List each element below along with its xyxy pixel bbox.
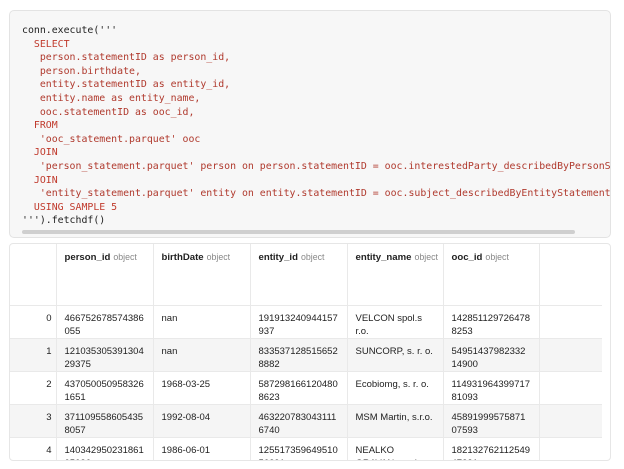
code-line: 'person_statement.parquet' person on per… <box>22 161 611 172</box>
cell-entity-id: 12551735964951056291 <box>250 437 348 460</box>
cell-person-id: 3711095586054358057 <box>56 404 154 438</box>
column-name: entity_id <box>258 252 298 263</box>
cell-birthdate: nan <box>153 338 251 372</box>
cell-entity-name: VELCON spol.s r.o. <box>347 305 444 339</box>
row-index: 1 <box>10 338 57 372</box>
cell-ooc-id: 5495143798233214900 <box>443 338 540 372</box>
cell-ooc-id: 1428511297264788253 <box>443 305 540 339</box>
empty-cell <box>539 305 602 339</box>
column-name: entity_name <box>355 252 412 263</box>
column-header-person-id: person_id object <box>56 244 154 306</box>
horizontal-scrollbar[interactable] <box>22 230 575 234</box>
table-row: 1 12103530539130429375 nan 8335371285156528… <box>10 338 602 372</box>
empty-cell <box>539 437 602 460</box>
row-index: 4 <box>10 437 57 460</box>
code-line: SELECT <box>22 38 70 50</box>
code-line: entity.name as entity_name, <box>22 93 201 104</box>
cell-person-id: 466752678574386055 <box>56 305 154 339</box>
column-name: birthDate <box>161 252 204 263</box>
column-header-ooc-id: ooc_id object <box>443 244 540 306</box>
code-line: person.birthdate, <box>22 65 141 77</box>
cell-person-id: 4370500509583261651 <box>56 371 154 405</box>
dataframe-table: person_id object birthDate object entity_i… <box>10 244 602 460</box>
column-dtype: object <box>414 252 438 262</box>
index-header <box>10 244 57 306</box>
code-line: USING SAMPLE 5 <box>22 201 118 213</box>
code-cell[interactable]: conn.execute(''' SELECT person.statement… <box>9 10 611 238</box>
column-name: person_id <box>64 252 111 263</box>
column-name: ooc_id <box>451 252 483 263</box>
cell-entity-name: MSM Martin, s.r.o. <box>347 404 444 438</box>
row-index: 0 <box>10 305 57 339</box>
column-header-entity-id: entity_id object <box>250 244 348 306</box>
cell-ooc-id: 18213276211254947331 <box>443 437 540 460</box>
code-line: FROM <box>22 120 58 132</box>
cell-birthdate: 1968-03-25 <box>153 371 251 405</box>
table-header-row: person_id object birthDate object entity_i… <box>10 244 602 306</box>
cell-entity-id: 191913240944157937 <box>250 305 348 339</box>
row-index: 3 <box>10 404 57 438</box>
column-dtype: object <box>113 252 137 262</box>
cell-entity-name: SUNCORP, s. r. o. <box>347 338 444 372</box>
column-dtype: object <box>206 252 231 262</box>
cell-ooc-id: 11493196439971781093 <box>443 371 540 405</box>
code-line: conn.execute(''' <box>22 25 118 36</box>
table-row: 2 4370500509583261651 1968-03-25 5872981661… <box>10 371 602 405</box>
column-dtype: object <box>300 252 325 262</box>
table-row: 4140342950231861050361986-06-01125517359… <box>10 437 602 460</box>
cell-ooc-id: 4589199957587107593 <box>443 404 540 438</box>
code-line: JOIN <box>22 147 58 159</box>
cell-entity-name: Ecobiomg, s. r. o. <box>347 371 444 405</box>
code-line: 'ooc_statement.parquet' ooc <box>22 133 201 145</box>
column-header-birthdate: birthDate object <box>153 244 251 306</box>
cell-person-id: 12103530539130429375 <box>56 338 154 372</box>
code-line: JOIN <box>22 174 58 186</box>
row-index: 2 <box>10 371 57 405</box>
cell-person-id: 14034295023186105036 <box>56 437 154 460</box>
cell-birthdate: nan <box>153 305 251 339</box>
table-row: 3 3711095586054358057 1992-08-04 4632207830… <box>10 404 602 438</box>
table-row: 0 466752678574386055 nan 191913240944157937… <box>10 305 602 339</box>
code-line: person.statementID as person_id, <box>22 52 231 64</box>
dataframe-output: person_id object birthDate object entity_i… <box>9 243 611 461</box>
empty-cell <box>539 404 602 438</box>
cell-birthdate: 1986-06-01 <box>153 437 251 460</box>
empty-header <box>539 244 602 306</box>
empty-cell <box>539 371 602 405</box>
code-line: 'entity_statement.parquet' entity on ent… <box>22 188 611 200</box>
column-dtype: object <box>485 252 509 262</box>
code-line: entity.statementID as entity_id, <box>22 79 231 91</box>
cell-entity-name: NEALKO ORAVAN, spol. s r.o. <box>347 437 444 460</box>
code-line: ooc.statementID as ooc_id, <box>22 106 195 118</box>
empty-cell <box>539 338 602 372</box>
code-line: ''').fetchdf() <box>22 215 106 227</box>
cell-birthdate: 1992-08-04 <box>153 404 251 438</box>
cell-entity-id: 4632207830431116740 <box>250 404 348 438</box>
column-header-entity-name: entity_name object <box>347 244 444 306</box>
cell-entity-id: 5872981661204808623 <box>250 371 348 405</box>
cell-entity-id: 8335371285156528882 <box>250 338 348 372</box>
